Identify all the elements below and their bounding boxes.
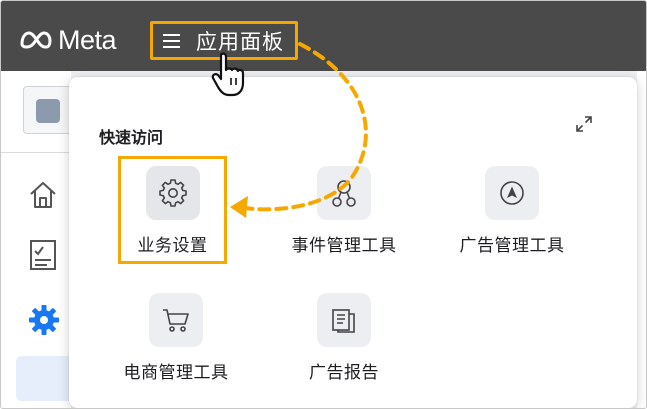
quick-access-title: 快速访问 — [99, 128, 164, 147]
sidebar-active-item[interactable] — [16, 356, 76, 401]
tile-icon-box — [485, 166, 539, 220]
tile-label: 广告管理工具 — [459, 236, 565, 256]
events-network-icon — [332, 180, 356, 207]
tile-icon-box — [317, 293, 371, 347]
tile-label: 业务设置 — [137, 236, 208, 256]
settings-gear-icon[interactable] — [27, 303, 61, 337]
tile-events-manager[interactable]: 事件管理工具 — [279, 166, 409, 256]
brand-name: Meta — [58, 24, 117, 55]
tile-icon-box — [145, 166, 200, 220]
tile-commerce-manager[interactable]: 电商管理工具 — [111, 293, 241, 383]
app-panel-menu-label: 应用面板 — [196, 29, 284, 54]
ads-manager-icon — [500, 181, 524, 205]
tile-icon-box — [149, 293, 203, 347]
tile-label: 事件管理工具 — [291, 236, 397, 256]
app-panel-dropdown: 快速访问 业务设置 事件管理工具 广告管理工具 电商管理工具 广告报告 — [69, 77, 637, 408]
expand-icon[interactable] — [575, 115, 593, 133]
tile-label: 电商管理工具 — [123, 363, 229, 383]
sidebar-divider — [1, 152, 71, 153]
shopping-cart-icon — [163, 309, 189, 332]
meta-logo[interactable]: Meta — [19, 24, 117, 56]
tile-label: 广告报告 — [309, 363, 379, 383]
meta-infinity-icon — [20, 31, 52, 49]
top-navigation-bar: Meta 应用面板 — [1, 1, 646, 71]
hamburger-icon — [163, 33, 180, 48]
app-window: Meta 应用面板 快速访问 业务设置 事件管理工具 广告管理工具 电商管理工具… — [0, 0, 647, 409]
gear-icon — [158, 179, 187, 207]
tile-business-settings[interactable]: 业务设置 — [118, 156, 227, 264]
background-content-edge — [637, 71, 646, 408]
app-panel-menu-button[interactable]: 应用面板 — [150, 21, 298, 60]
tile-ads-manager[interactable]: 广告管理工具 — [447, 166, 577, 256]
tile-icon-box — [317, 166, 371, 220]
reports-icon — [332, 309, 355, 333]
tile-ads-reporting[interactable]: 广告报告 — [288, 293, 400, 383]
home-icon[interactable] — [27, 179, 59, 211]
checklist-icon[interactable] — [27, 238, 59, 272]
account-icon — [36, 99, 60, 123]
